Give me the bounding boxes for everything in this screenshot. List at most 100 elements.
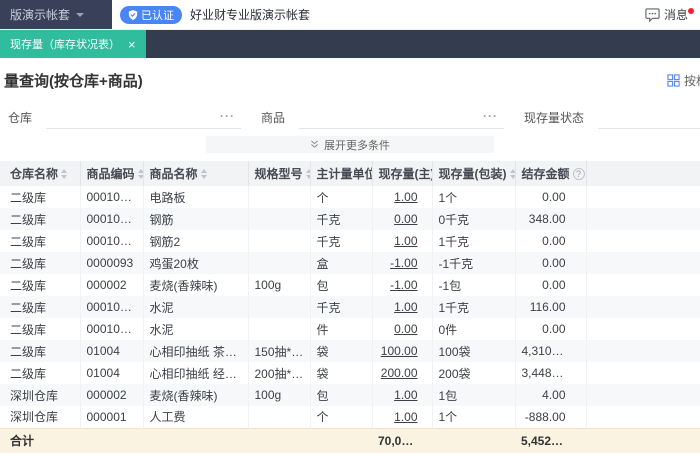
caret-down-icon (76, 12, 85, 17)
product-input[interactable]: ··· (299, 105, 505, 129)
table-row[interactable]: 二级库 000100019 水泥 件 0.00 0件 0.00 (0, 318, 700, 340)
filter-product: 商品 ··· (261, 105, 505, 129)
cell-warehouse: 二级库 (0, 274, 81, 296)
table-body: 二级库 00010005 电路板 个 1.00 1个 0.00 二级库 0001… (0, 186, 700, 428)
cell-unit: 个 (310, 406, 373, 428)
header-spec[interactable]: 规格型号 (248, 161, 311, 186)
cell-qty-main-link[interactable]: 1.00 (372, 230, 433, 252)
header-unit[interactable]: 主计量单位 (310, 161, 373, 186)
header-filler (586, 161, 700, 186)
stock-table: 仓库名称 商品编码 商品名称 规格型号 主计量单位 现存量(主) 现存量(包装)… (0, 161, 700, 453)
cell-unit: 包 (310, 274, 373, 296)
cell-code: 000001 (80, 406, 144, 428)
cell-qty-pkg: 100袋 (432, 340, 516, 362)
cell-warehouse: 二级库 (0, 230, 81, 252)
cell-warehouse: 二级库 (0, 252, 81, 274)
cell-qty-main-link[interactable]: 0.00 (372, 208, 433, 230)
cell-name: 鸡蛋20枚 (143, 252, 249, 274)
cell-name: 水泥 (143, 296, 249, 318)
header-name[interactable]: 商品名称 (143, 161, 249, 186)
notification-dot (688, 8, 694, 14)
sort-icon (61, 168, 68, 179)
table-row[interactable]: 二级库 01004 心相印抽纸 茶语系列 ... 150抽*3包... 袋 10… (0, 340, 700, 362)
cell-qty-main-link[interactable]: -1.00 (372, 252, 433, 274)
cell-qty-pkg: -1包 (432, 274, 516, 296)
stock-status-label: 现存量状态 (524, 110, 585, 125)
header-amount[interactable]: 结存金额? (515, 161, 587, 186)
cell-qty-main-link[interactable]: 1.00 (372, 186, 433, 208)
sort-icon (200, 168, 207, 179)
tab-stock-status[interactable]: 现存量（库存状况表） × (0, 30, 146, 58)
table-row[interactable]: 深圳仓库 000002 麦烧(香辣味) 100g 包 1.00 1包 4.00 (0, 384, 700, 406)
cell-code: 00010005 (80, 186, 144, 208)
header-warehouse[interactable]: 仓库名称 (0, 161, 81, 186)
cell-amount: 0.00 (515, 230, 587, 252)
cell-name: 水泥 (143, 318, 249, 340)
table-row[interactable]: 二级库 00010003 钢筋2 千克 1.00 1千克 0.00 (0, 230, 700, 252)
cell-qty-main-link[interactable]: 200.00 (372, 362, 433, 384)
cell-name: 心相印抽纸 经典系列 (143, 362, 249, 384)
cell-qty-pkg: 1包 (432, 384, 516, 406)
expand-more-button[interactable]: 展开更多条件 (206, 136, 494, 153)
table-row[interactable]: 二级库 01004 心相印抽纸 经典系列 200抽*6包 袋 200.00 20… (0, 362, 700, 384)
cell-unit: 件 (310, 318, 373, 340)
filter-warehouse: 仓库 ··· (8, 105, 242, 129)
page-header: 量查询(按仓库+商品) 按格 (0, 58, 700, 102)
filter-bar: 仓库 ··· 商品 ··· 现存量状态 (0, 102, 700, 132)
cell-filler (586, 406, 700, 428)
warehouse-input[interactable]: ··· (46, 105, 242, 129)
table-row[interactable]: 深圳仓库 000001 人工费 个 1.00 1个 -888.00 (0, 406, 700, 428)
table-row[interactable]: 二级库 00010002 钢筋 千克 0.00 0千克 348.00 (0, 208, 700, 230)
cell-qty-pkg: 1千克 (432, 296, 516, 318)
account-title: 好业财专业版演示帐套 (190, 8, 311, 22)
message-bubble-icon (645, 8, 660, 22)
cell-qty-pkg: 200袋 (432, 362, 516, 384)
cell-qty-main-link[interactable]: 100.00 (372, 340, 433, 362)
cell-filler (586, 230, 700, 252)
cell-qty-main-link[interactable]: -1.00 (372, 274, 433, 296)
cell-amount: -888.00 (515, 406, 587, 428)
cell-qty-main-link[interactable]: 1.00 (372, 296, 433, 318)
table-row[interactable]: 二级库 0000093 鸡蛋20枚 盒 -1.00 -1千克 0.00 (0, 252, 700, 274)
verified-badge[interactable]: 已认证 (120, 5, 182, 24)
cell-unit: 袋 (310, 340, 373, 362)
header-qty-pkg[interactable]: 现存量(包装) (432, 161, 516, 186)
header-code[interactable]: 商品编码 (80, 161, 144, 186)
cell-spec (248, 318, 311, 340)
cell-qty-pkg: 0件 (432, 318, 516, 340)
cell-spec: 150抽*3包... (248, 340, 311, 362)
cell-filler (586, 362, 700, 384)
sort-icon (305, 168, 309, 179)
cell-warehouse: 二级库 (0, 208, 81, 230)
tabbar: 现存量（库存状况表） × (0, 30, 700, 58)
help-icon[interactable]: ? (572, 167, 585, 180)
tab-label: 现存量（库存状况表） (10, 39, 120, 51)
header-qty-main[interactable]: 现存量(主) (372, 161, 433, 186)
workspace-switcher[interactable]: 版演示帐套 (0, 0, 112, 29)
warehouse-picker-icon[interactable]: ··· (220, 110, 235, 122)
table-row[interactable]: 二级库 00010005 电路板 个 1.00 1个 0.00 (0, 186, 700, 208)
table-row[interactable]: 二级库 000002 麦烧(香辣味) 100g 包 -1.00 -1包 0.00 (0, 274, 700, 296)
cell-amount: 0.00 (515, 252, 587, 274)
tab-close-icon[interactable]: × (128, 38, 136, 51)
cell-amount: 4.00 (515, 384, 587, 406)
cell-unit: 千克 (310, 208, 373, 230)
cell-warehouse: 二级库 (0, 362, 81, 384)
cell-qty-main-link[interactable]: 0.00 (372, 318, 433, 340)
cell-code: 000002 (80, 274, 144, 296)
cell-qty-main-link[interactable]: 1.00 (372, 406, 433, 428)
messages-button[interactable]: 消息 (641, 6, 694, 23)
table-row[interactable]: 二级库 00010004 水泥 千克 1.00 1千克 116.00 (0, 296, 700, 318)
view-toggle-button[interactable]: 按格 (667, 72, 700, 89)
cell-name: 麦烧(香辣味) (143, 274, 249, 296)
workspace-name: 版演示帐套 (10, 8, 71, 22)
cell-qty-main-link[interactable]: 1.00 (372, 384, 433, 406)
expand-more-label: 展开更多条件 (324, 139, 390, 152)
total-qty-main: 70,077.00 (372, 427, 432, 453)
stock-status-input[interactable] (598, 105, 700, 129)
cell-filler (586, 384, 700, 406)
product-picker-icon[interactable]: ··· (483, 110, 498, 122)
cell-filler (586, 208, 700, 230)
cell-warehouse: 深圳仓库 (0, 384, 81, 406)
cell-code: 000002 (80, 384, 144, 406)
